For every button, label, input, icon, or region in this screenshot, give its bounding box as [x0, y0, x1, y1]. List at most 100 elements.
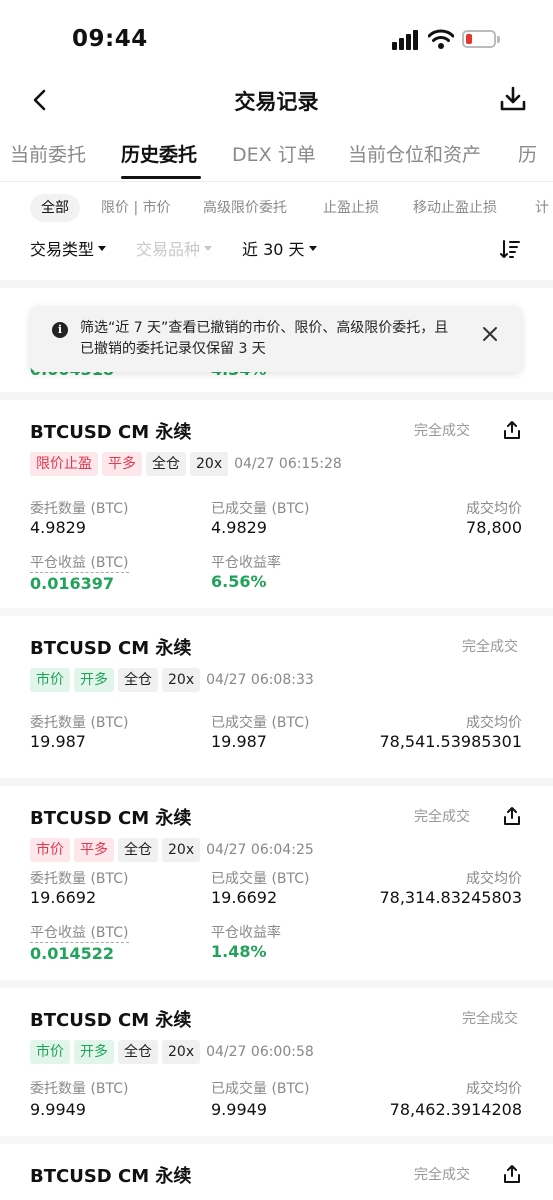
order-status: 完全成交 — [414, 1167, 470, 1183]
order-card[interactable]: BTCUSD CM 永续 完全成交 — [0, 1144, 553, 1200]
avg-price-label: 成交均价 — [466, 501, 522, 517]
tab-bar: 当前委托 历史委托 DEX 订单 当前仓位和资产 历 — [0, 136, 553, 182]
dropdown-filters: 交易类型 交易品种 近 30 天 — [0, 236, 553, 264]
status-bar: 09:44 — [0, 0, 553, 80]
order-tags: 市价 平多 全仓 20x 04/27 06:04:25 — [30, 838, 314, 862]
nav-header: 交易记录 — [0, 78, 553, 122]
share-icon[interactable] — [502, 420, 522, 440]
margin-mode-tag: 全仓 — [146, 452, 186, 476]
order-card[interactable]: BTCUSD CM 永续 完全成交 市价 开多 全仓 20x 04/27 06:00:5… — [0, 988, 553, 1144]
tab-current-orders[interactable]: 当前委托 — [10, 140, 86, 167]
order-type-tag: 限价止盈 — [30, 452, 98, 476]
download-icon[interactable] — [498, 84, 528, 114]
filled-qty-label: 已成交量 (BTC) — [211, 501, 310, 517]
order-type-filters: 全部 限价 | 市价 高级限价委托 止盈止损 移动止盈止损 计 — [0, 194, 553, 224]
tab-history-more[interactable]: 历 — [518, 140, 537, 167]
sort-icon[interactable] — [499, 238, 521, 260]
order-qty-value: 19.987 — [30, 732, 86, 751]
order-qty-label: 委托数量 (BTC) — [30, 871, 129, 887]
date-range-label: 近 30 天 — [242, 240, 305, 259]
pnl-value: 0.014522 — [30, 944, 115, 963]
margin-mode-tag: 全仓 — [118, 668, 158, 692]
order-side-tag: 开多 — [74, 668, 114, 692]
order-tags: 限价止盈 平多 全仓 20x 04/27 06:15:28 — [30, 452, 342, 476]
notice-text: 筛选“近 7 天”查看已撤销的市价、限价、高级限价委托，且已撤销的委托记录仅保留… — [80, 320, 449, 357]
filter-more[interactable]: 计 — [535, 194, 549, 222]
trade-type-dropdown[interactable]: 交易类型 — [30, 236, 107, 260]
leverage-tag: 20x — [162, 1040, 201, 1064]
filter-advanced-limit[interactable]: 高级限价委托 — [203, 194, 287, 222]
trade-symbol-dropdown[interactable]: 交易品种 — [136, 236, 213, 260]
tab-order-history[interactable]: 历史委托 — [121, 140, 197, 167]
battery-icon — [462, 30, 500, 48]
pnl-rate-value: 6.56% — [211, 572, 267, 591]
cellular-signal-icon — [392, 30, 420, 50]
page-title: 交易记录 — [234, 90, 319, 114]
tab-dex-orders[interactable]: DEX 订单 — [232, 140, 316, 167]
avg-price-label: 成交均价 — [466, 871, 522, 887]
notice-banner: i 筛选“近 7 天”查看已撤销的市价、限价、高级限价委托，且已撤销的委托记录仅… — [30, 306, 522, 372]
order-symbol: BTCUSD CM 永续 — [30, 638, 192, 659]
margin-mode-tag: 全仓 — [118, 1040, 158, 1064]
order-type-tag: 市价 — [30, 668, 70, 692]
chevron-down-icon — [98, 246, 107, 251]
status-time: 09:44 — [72, 26, 148, 52]
order-status: 完全成交 — [462, 1011, 518, 1027]
order-qty-label: 委托数量 (BTC) — [30, 501, 129, 517]
filter-limit-market[interactable]: 限价 | 市价 — [101, 194, 171, 222]
order-card[interactable]: BTCUSD CM 永续 完全成交 市价 平多 全仓 20x 04/27 06:04:2… — [0, 786, 553, 988]
filled-qty-label: 已成交量 (BTC) — [211, 715, 310, 731]
trade-type-label: 交易类型 — [30, 240, 95, 259]
avg-price-value: 78,462.3914208 — [389, 1100, 522, 1119]
order-tags: 市价 开多 全仓 20x 04/27 06:00:58 — [30, 1040, 314, 1064]
order-status: 完全成交 — [414, 423, 470, 439]
pnl-rate-label: 平仓收益率 — [211, 555, 281, 571]
filled-qty-label: 已成交量 (BTC) — [211, 1081, 310, 1097]
date-range-dropdown[interactable]: 近 30 天 — [242, 236, 317, 260]
order-card[interactable]: BTCUSD CM 永续 完全成交 限价止盈 平多 全仓 20x 04/27 06:15… — [0, 400, 553, 616]
close-icon[interactable] — [482, 326, 498, 342]
order-card[interactable]: BTCUSD CM 永续 完全成交 市价 开多 全仓 20x 04/27 06:08:3… — [0, 616, 553, 786]
info-icon: i — [52, 322, 68, 338]
leverage-tag: 20x — [190, 452, 229, 476]
avg-price-value: 78,800 — [466, 518, 522, 537]
order-time: 04/27 06:04:25 — [206, 842, 314, 858]
avg-price-value: 78,314.83245803 — [379, 888, 522, 907]
share-icon[interactable] — [502, 1164, 522, 1184]
order-symbol: BTCUSD CM 永续 — [30, 422, 192, 443]
order-status: 完全成交 — [414, 809, 470, 825]
tab-positions-assets[interactable]: 当前仓位和资产 — [348, 140, 481, 167]
order-type-tag: 市价 — [30, 1040, 70, 1064]
margin-mode-tag: 全仓 — [118, 838, 158, 862]
chevron-down-icon — [308, 246, 317, 251]
filled-qty-label: 已成交量 (BTC) — [211, 871, 310, 887]
order-qty-value: 9.9949 — [30, 1100, 86, 1119]
leverage-tag: 20x — [162, 668, 201, 692]
filled-qty-value: 19.6692 — [211, 888, 278, 907]
avg-price-label: 成交均价 — [466, 715, 522, 731]
order-side-tag: 平多 — [102, 452, 142, 476]
filter-trailing-stop[interactable]: 移动止盈止损 — [413, 194, 497, 222]
filter-tp-sl[interactable]: 止盈止损 — [323, 194, 379, 222]
order-type-tag: 市价 — [30, 838, 70, 862]
order-time: 04/27 06:15:28 — [234, 456, 342, 472]
section-divider — [0, 392, 553, 400]
order-time: 04/27 06:08:33 — [206, 672, 314, 688]
order-time: 04/27 06:00:58 — [206, 1044, 314, 1060]
share-icon[interactable] — [502, 806, 522, 826]
order-qty-label: 委托数量 (BTC) — [30, 1081, 129, 1097]
order-status: 完全成交 — [462, 639, 518, 655]
filter-all[interactable]: 全部 — [30, 194, 80, 222]
leverage-tag: 20x — [162, 838, 201, 862]
order-symbol: BTCUSD CM 永续 — [30, 1166, 192, 1187]
filled-qty-value: 4.9829 — [211, 518, 267, 537]
pnl-rate-value: 1.48% — [211, 942, 267, 961]
order-tags: 市价 开多 全仓 20x 04/27 06:08:33 — [30, 668, 314, 692]
pnl-label[interactable]: 平仓收益 (BTC) — [30, 922, 129, 943]
pnl-label[interactable]: 平仓收益 (BTC) — [30, 552, 129, 573]
chevron-down-icon — [204, 246, 213, 251]
order-symbol: BTCUSD CM 永续 — [30, 808, 192, 829]
order-qty-value: 19.6692 — [30, 888, 97, 907]
active-tab-indicator — [121, 176, 201, 179]
order-side-tag: 开多 — [74, 1040, 114, 1064]
